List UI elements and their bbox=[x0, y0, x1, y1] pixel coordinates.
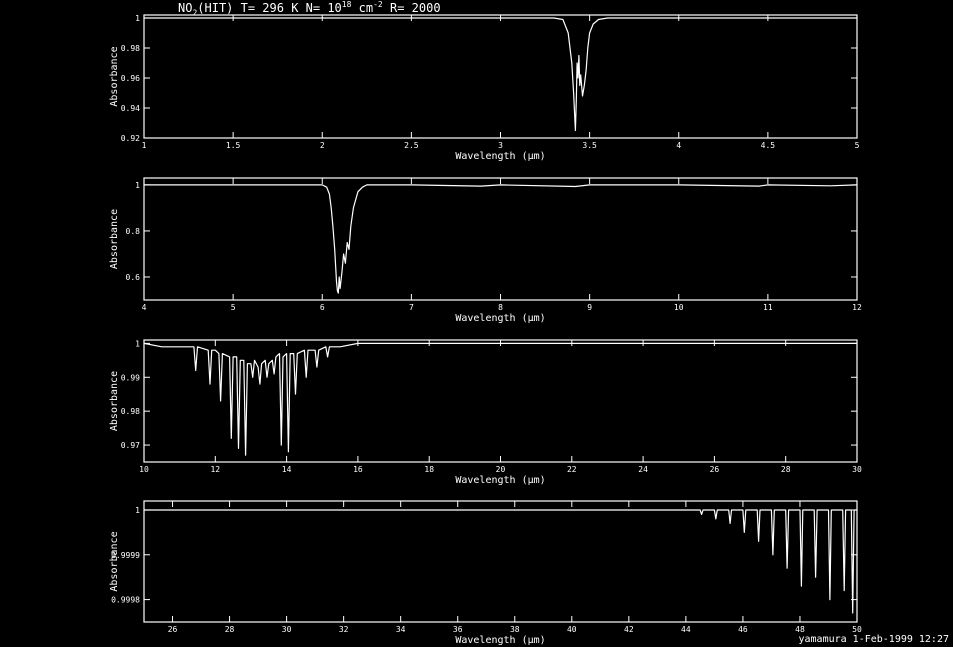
x-tick-label: 30 bbox=[282, 625, 292, 634]
x-tick-label: 48 bbox=[795, 625, 805, 634]
x-tick-label: 30 bbox=[852, 465, 862, 474]
x-tick-label: 34 bbox=[396, 625, 406, 634]
x-tick-label: 36 bbox=[453, 625, 463, 634]
x-tick-label: 26 bbox=[168, 625, 178, 634]
x-tick-label: 2.5 bbox=[404, 141, 419, 150]
y-tick-label: 0.9998 bbox=[111, 596, 140, 605]
x-tick-label: 24 bbox=[638, 465, 648, 474]
x-tick-label: 14 bbox=[282, 465, 292, 474]
x-tick-label: 11 bbox=[763, 303, 773, 312]
y-tick-label: 1 bbox=[135, 14, 140, 23]
y-tick-label: 0.98 bbox=[121, 44, 140, 53]
x-tick-label: 32 bbox=[339, 625, 349, 634]
x-tick-label: 38 bbox=[510, 625, 520, 634]
x-tick-label: 12 bbox=[210, 465, 220, 474]
x-tick-label: 7 bbox=[409, 303, 414, 312]
x-tick-label: 18 bbox=[424, 465, 434, 474]
spectrum-line bbox=[144, 184, 858, 294]
x-tick-label: 10 bbox=[139, 465, 149, 474]
y-axis-label: Absorbance bbox=[109, 46, 120, 106]
x-tick-label: 28 bbox=[781, 465, 791, 474]
y-tick-label: 0.92 bbox=[121, 134, 140, 143]
x-tick-label: 20 bbox=[496, 465, 506, 474]
y-tick-label: 0.8 bbox=[126, 227, 141, 236]
x-tick-label: 4 bbox=[676, 141, 681, 150]
y-tick-label: 0.96 bbox=[121, 74, 140, 83]
plot-frame bbox=[143, 14, 858, 139]
x-tick-label: 42 bbox=[624, 625, 634, 634]
footer-credit: yamamura 1-Feb-1999 12:27 bbox=[798, 634, 949, 645]
y-tick-label: 1 bbox=[135, 506, 140, 515]
x-tick-label: 50 bbox=[852, 625, 862, 634]
x-tick-label: 16 bbox=[353, 465, 363, 474]
x-tick-label: 22 bbox=[567, 465, 577, 474]
x-tick-label: 6 bbox=[320, 303, 325, 312]
x-axis-label: Wavelength (μm) bbox=[455, 475, 545, 486]
spectrum-charts: 1 1.5 2 2.5 3 3.5 4 4.5 5 0.92 0.94 0.96 0.98 1 Wavele… bbox=[109, 14, 862, 646]
x-axis-label: Wavelength (μm) bbox=[455, 635, 545, 646]
spectrum-line bbox=[144, 17, 857, 132]
x-axis-label: Wavelength (μm) bbox=[455, 151, 545, 162]
y-tick-label: 1 bbox=[135, 339, 140, 348]
x-tick-label: 3 bbox=[498, 141, 503, 150]
x-tick-label: 1 bbox=[142, 141, 147, 150]
x-tick-label: 8 bbox=[498, 303, 503, 312]
chart-2: 4 5 6 7 8 9 10 11 12 0.6 0.8 1 Wavelength (μm) Absorb… bbox=[109, 177, 862, 324]
y-tick-label: 1 bbox=[135, 181, 140, 190]
chart-1: 1 1.5 2 2.5 3 3.5 4 4.5 5 0.92 0.94 0.96 0.98 1 Wavele… bbox=[109, 14, 860, 162]
x-tick-label: 40 bbox=[567, 625, 577, 634]
y-axis-label: Absorbance bbox=[109, 531, 120, 591]
plot-frame bbox=[143, 177, 858, 301]
plot-frame bbox=[143, 500, 858, 623]
y-tick-label: 0.94 bbox=[121, 104, 140, 113]
x-axis-label: Wavelength (μm) bbox=[455, 313, 545, 324]
x-tick-label: 26 bbox=[710, 465, 720, 474]
x-tick-label: 12 bbox=[852, 303, 862, 312]
x-tick-label: 2 bbox=[320, 141, 325, 150]
spectrum-line bbox=[144, 509, 857, 614]
x-tick-label: 5 bbox=[231, 303, 236, 312]
x-tick-label: 1.5 bbox=[226, 141, 241, 150]
x-tick-label: 46 bbox=[738, 625, 748, 634]
chart-3: 10 12 14 16 18 20 22 24 26 28 30 0.97 0.98 0.99 1 Wavel… bbox=[109, 339, 862, 486]
plot-frame bbox=[143, 339, 858, 463]
x-tick-label: 9 bbox=[587, 303, 592, 312]
x-tick-label: 28 bbox=[225, 625, 235, 634]
x-tick-label: 5 bbox=[855, 141, 860, 150]
y-axis-label: Absorbance bbox=[109, 371, 120, 431]
x-tick-label: 4.5 bbox=[761, 141, 776, 150]
x-tick-label: 3.5 bbox=[582, 141, 597, 150]
x-tick-label: 4 bbox=[142, 303, 147, 312]
x-tick-label: 10 bbox=[674, 303, 684, 312]
y-tick-label: 0.98 bbox=[121, 407, 140, 416]
spectrum-line bbox=[143, 342, 857, 456]
y-tick-label: 0.99 bbox=[121, 373, 140, 382]
y-tick-label: 0.6 bbox=[126, 273, 141, 282]
y-axis-label: Absorbance bbox=[109, 209, 120, 269]
y-tick-label: 0.97 bbox=[121, 441, 140, 450]
x-tick-label: 44 bbox=[681, 625, 691, 634]
chart-4: 26 28 30 32 34 36 38 40 42 44 46 48 500.99980.99991W… bbox=[109, 500, 862, 646]
